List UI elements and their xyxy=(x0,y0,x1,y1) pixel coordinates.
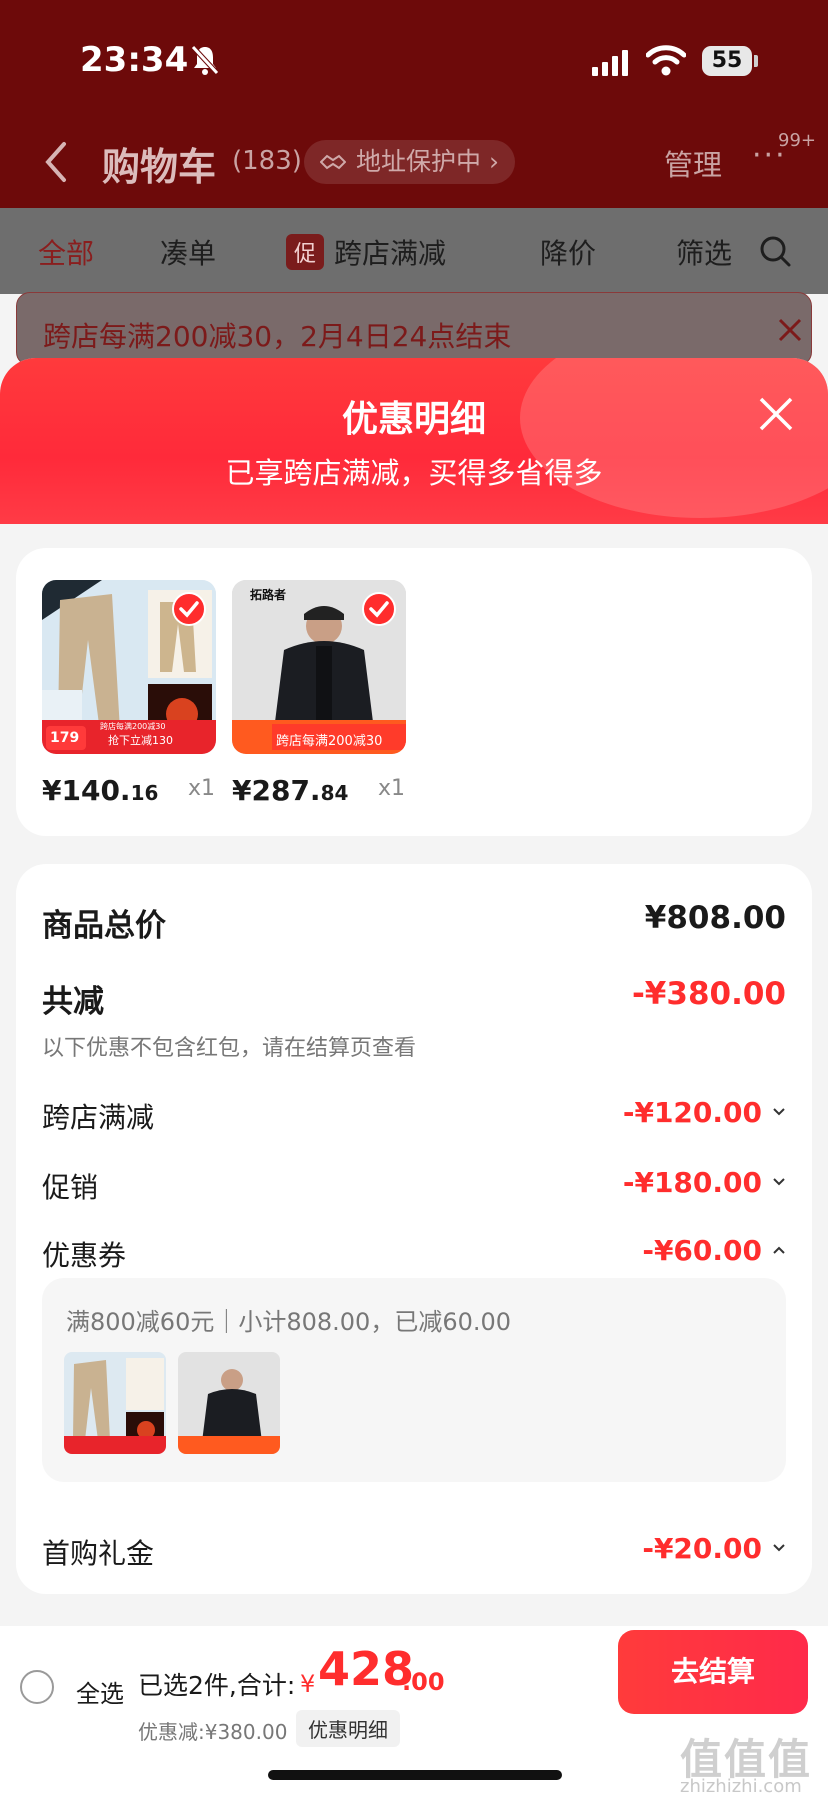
coupon-product-thumb-pants xyxy=(64,1352,166,1454)
total-price-label: 商品总价 xyxy=(42,908,166,944)
price-integer: ¥140. xyxy=(42,774,131,807)
reduce-note: 以下优惠不包含红包，请在结算页查看 xyxy=(42,1036,417,1061)
first-purchase-label: 首购礼金 xyxy=(42,1537,155,1570)
product-badge-text: 跨店每满200减30 xyxy=(276,734,383,749)
coupon-detail-box: 满800减60元｜小计808.00，已减60.00 xyxy=(42,1278,786,1482)
battery-tip xyxy=(754,55,758,67)
chevron-right-icon: › xyxy=(488,147,499,176)
tab-combine[interactable]: 凑单 xyxy=(160,232,216,272)
nav-bar: 购物车 (183) 地址保护中 › 管理 ··· 99+ xyxy=(0,120,828,208)
selected-products-card: 179 抢下立减130 跨店每满200减30 ¥140.16 x1 拓路者 跨店… xyxy=(16,548,812,836)
promo-tag: 促 xyxy=(286,234,325,270)
product-qty-pants: x1 xyxy=(188,776,216,801)
select-all-label[interactable]: 全选 xyxy=(76,1674,124,1709)
checkout-button[interactable]: 去结算 xyxy=(618,1630,808,1714)
watermark-site: zhizhizhi.com xyxy=(680,1776,802,1796)
search-icon[interactable] xyxy=(758,234,792,268)
sheet-title: 优惠明细 xyxy=(341,399,486,440)
discount-detail-sheet: 优惠明细 已享跨店满减，买得多省得多 179 抢下立减130 跨店每满200减3… xyxy=(0,358,828,1796)
reduce-label: 共减 xyxy=(42,984,104,1020)
back-icon[interactable] xyxy=(42,140,70,184)
sheet-header: 优惠明细 已享跨店满减，买得多省得多 xyxy=(0,358,828,524)
chevron-down-icon xyxy=(773,1178,785,1186)
filter-tabs: 全部 凑单 促跨店满减 降价 筛选 xyxy=(0,208,828,294)
coupon-detail-text: 满800减60元｜小计808.00，已减60.00 xyxy=(66,1308,512,1336)
coupon-value: -¥60.00 xyxy=(642,1234,762,1267)
price-decimal: 16 xyxy=(130,781,159,805)
discount-detail-link[interactable]: 优惠明细 xyxy=(296,1710,400,1747)
tab-cross-store-label: 跨店满减 xyxy=(334,237,447,270)
check-icon[interactable] xyxy=(362,592,396,626)
status-time: 23:34 xyxy=(80,40,189,80)
promotion-value: -¥180.00 xyxy=(622,1166,762,1199)
coupon-label: 优惠券 xyxy=(42,1239,127,1272)
tab-price-drop[interactable]: 降价 xyxy=(540,232,596,272)
coupon-product-thumb-jacket xyxy=(178,1352,280,1454)
cart-count: (183) xyxy=(232,146,302,176)
checkout-bar: 全选 已选2件,合计: ¥ 428 .00 优惠减:¥380.00 优惠明细 去… xyxy=(0,1626,828,1796)
first-purchase-value: -¥20.00 xyxy=(642,1532,762,1565)
brand-logo-text: 拓路者 xyxy=(250,588,287,602)
wifi-icon xyxy=(646,45,686,76)
cross-store-label: 跨店满减 xyxy=(42,1101,155,1134)
manage-button[interactable]: 管理 xyxy=(664,142,722,184)
price-decimal: 84 xyxy=(320,781,349,805)
message-badge: 99+ xyxy=(778,130,816,151)
select-all-radio[interactable] xyxy=(20,1670,54,1704)
jacket-thumb-illustration xyxy=(178,1352,280,1454)
battery-indicator: 55 xyxy=(702,46,752,76)
cross-store-row[interactable]: -¥120.00 xyxy=(623,1096,786,1129)
total-amount-integer: 428 xyxy=(318,1642,415,1696)
check-icon[interactable] xyxy=(172,592,206,626)
total-amount-decimal: .00 xyxy=(402,1668,445,1696)
tab-filter[interactable]: 筛选 xyxy=(676,232,732,272)
product-price-pants: ¥140.16 xyxy=(42,774,158,807)
product-image-jacket[interactable]: 拓路者 跨店每满200减30 xyxy=(232,580,406,754)
product-qty-jacket: x1 xyxy=(378,776,406,801)
selected-count-text: 已选2件,合计: xyxy=(138,1671,296,1700)
product-badge-top: 跨店每满200减30 xyxy=(100,722,166,731)
product-badge-price: 179 xyxy=(50,730,80,746)
coupon-row[interactable]: -¥60.00 xyxy=(642,1234,786,1267)
chevron-down-icon xyxy=(773,1108,785,1116)
discount-summary: 优惠减:¥380.00 xyxy=(138,1720,288,1744)
chevron-up-icon xyxy=(773,1246,785,1254)
product-badge-text: 抢下立减130 xyxy=(108,734,173,747)
tab-all[interactable]: 全部 xyxy=(38,232,94,272)
total-price-value: ¥808.00 xyxy=(644,900,786,936)
sheet-subtitle: 已享跨店满减，买得多省得多 xyxy=(225,456,603,490)
product-image-pants[interactable]: 179 抢下立减130 跨店每满200减30 xyxy=(42,580,216,754)
price-summary-card: 商品总价 ¥808.00 共减 -¥380.00 以下优惠不包含红包，请在结算页… xyxy=(16,864,812,1594)
status-bar: 23:34 55 xyxy=(0,0,828,120)
tab-cross-store[interactable]: 促跨店满减 xyxy=(286,232,446,272)
signal-icon xyxy=(592,50,628,76)
sheet-close-icon[interactable] xyxy=(756,394,796,434)
chevron-down-icon xyxy=(773,1544,785,1552)
address-protection-pill[interactable]: 地址保护中 › xyxy=(304,140,515,184)
handshake-icon xyxy=(320,154,346,170)
price-integer: ¥287. xyxy=(232,774,321,807)
pants-thumb-illustration xyxy=(64,1352,166,1454)
product-price-jacket: ¥287.84 xyxy=(232,774,348,807)
address-protection-label: 地址保护中 xyxy=(356,147,482,176)
bell-muted-icon xyxy=(191,45,219,75)
total-currency: ¥ xyxy=(300,1670,316,1698)
promotion-row[interactable]: -¥180.00 xyxy=(623,1166,786,1199)
cross-store-value: -¥120.00 xyxy=(622,1096,762,1129)
reduce-value: -¥380.00 xyxy=(631,976,786,1012)
promo-banner: 跨店每满200减30，2月4日24点结束 xyxy=(16,292,812,366)
first-purchase-row[interactable]: -¥20.00 xyxy=(642,1532,786,1565)
promo-banner-text: 跨店每满200减30，2月4日24点结束 xyxy=(43,320,512,353)
promotion-label: 促销 xyxy=(42,1171,99,1204)
home-indicator xyxy=(268,1770,562,1780)
close-icon[interactable] xyxy=(777,317,803,343)
cart-page: 23:34 55 购物车 (183) 地址保护中 › 管理 ··· 99+ 全部… xyxy=(0,0,828,1796)
page-title: 购物车 xyxy=(102,145,217,189)
